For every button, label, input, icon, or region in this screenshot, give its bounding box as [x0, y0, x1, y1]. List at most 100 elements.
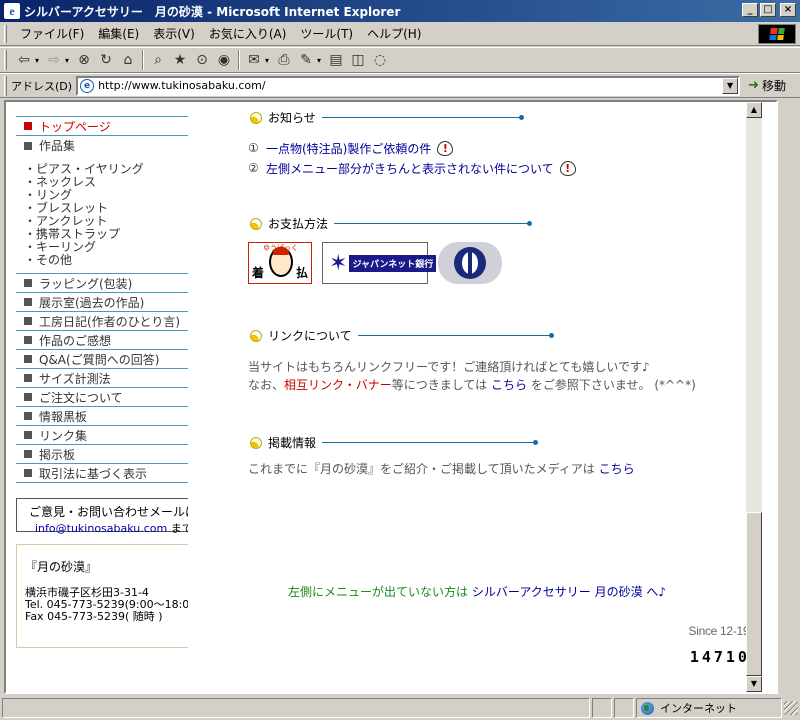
subnav-item-other[interactable]: ・その他: [24, 254, 188, 267]
cod-left-text: 着: [252, 266, 265, 280]
edit-dropdown-icon[interactable]: ▾: [317, 56, 325, 65]
section-payment-header: お支払方法: [247, 215, 533, 232]
go-button[interactable]: ➜ 移動: [748, 77, 786, 94]
since-label: Since 12-1998: [688, 624, 763, 638]
links-line-2: なお、相互リンク・バナー等につきましては こちら をご参照下さいませ。 (*^^…: [248, 376, 696, 394]
links-line-1: 当サイトはもちろんリンクフリーです！ご連絡頂ければとても嬉しいです♪: [248, 360, 650, 374]
mail-dropdown-icon[interactable]: ▾: [265, 56, 273, 65]
back-icon[interactable]: ⇦: [13, 49, 35, 71]
section-title: 掲載情報: [268, 436, 317, 450]
nav-item-order[interactable]: ご注文について: [16, 387, 188, 406]
scroll-up-icon[interactable]: ▲: [746, 102, 762, 118]
main-vertical-scrollbar[interactable]: ▲ ▼: [746, 102, 762, 692]
close-button[interactable]: ×: [780, 3, 796, 17]
home-icon[interactable]: ⌂: [117, 49, 139, 71]
nav-item-faq[interactable]: Q&A(ご質問への回答): [16, 349, 188, 368]
menu-file[interactable]: ファイル(F): [13, 24, 91, 44]
nav-item-works[interactable]: 作品集: [16, 135, 188, 155]
title-bar[interactable]: e シルバーアクセサリー 月の砂漠 - Microsoft Internet E…: [0, 0, 800, 22]
window-title: シルバーアクセサリー 月の砂漠 - Microsoft Internet Exp…: [24, 4, 401, 19]
media-here-link[interactable]: こちら: [599, 462, 635, 476]
bullet-square-icon: [24, 393, 32, 401]
address-dropdown-icon[interactable]: ▼: [722, 77, 739, 94]
nav-item-diary[interactable]: 工房日記(作者のひとり言): [16, 311, 188, 330]
go-arrow-icon: ➜: [748, 78, 759, 93]
moon-icon: [247, 215, 265, 232]
section-title: お知らせ: [268, 111, 316, 125]
nav-item-links[interactable]: リンク集: [16, 425, 188, 444]
forward-icon[interactable]: ⇨: [43, 49, 65, 71]
site-home-link[interactable]: シルバーアクセサリー 月の砂漠 へ♪: [472, 585, 666, 599]
menu-view[interactable]: 表示(V): [146, 24, 202, 44]
nav-label: 掲示板: [39, 447, 76, 462]
edit-icon[interactable]: ✎: [295, 49, 317, 71]
menu-tools[interactable]: ツール(T): [293, 24, 360, 44]
section-title: リンクについて: [268, 329, 352, 343]
refresh-icon[interactable]: ↻: [95, 49, 117, 71]
contact-text: ご意見・お問い合わせメールは: [29, 505, 188, 519]
news-link[interactable]: 左側メニュー部分がきちんと表示されない件について: [266, 160, 554, 177]
media-icon[interactable]: ◉: [213, 49, 235, 71]
toolbar-grip[interactable]: [4, 50, 7, 70]
menu-notice: 左側にメニューが出ていない方は シルバーアクセサリー 月の砂漠 へ♪: [288, 583, 666, 600]
menu-help[interactable]: ヘルプ(H): [360, 24, 428, 44]
bullet-square-icon: [24, 141, 32, 150]
contact-email-link[interactable]: info@tukinosabaku.com: [35, 522, 167, 535]
messenger-icon[interactable]: ◌: [369, 49, 391, 71]
forward-dropdown-icon[interactable]: ▾: [65, 56, 73, 65]
moon-icon: [247, 109, 265, 126]
status-bar: インターネット: [0, 696, 800, 720]
toolbar-grip[interactable]: [4, 75, 7, 96]
history-icon[interactable]: ⊙: [191, 49, 213, 71]
mail-icon[interactable]: ✉: [243, 49, 265, 71]
nav-item-gallery[interactable]: 展示室(過去の作品): [16, 292, 188, 311]
status-panel: [592, 698, 612, 718]
news-item: ① 一点物(特注品)製作ご依頼の件 !: [248, 138, 576, 158]
links-here-link[interactable]: こちら: [491, 378, 527, 392]
back-dropdown-icon[interactable]: ▾: [35, 56, 43, 65]
address-url[interactable]: http://www.tukinosabaku.com/: [98, 79, 265, 92]
nav-item-legal[interactable]: 取引法に基づく表示: [16, 463, 188, 482]
section-title: お支払方法: [268, 217, 329, 231]
page-content: トップページ 作品集 ・ピアス・イヤリング ・ネックレス ・リング ・ブレスレッ…: [4, 100, 778, 694]
research-icon[interactable]: ◫: [347, 49, 369, 71]
nav-item-bbs[interactable]: 掲示板: [16, 444, 188, 463]
toolbar-grip[interactable]: [4, 24, 7, 43]
section-media-header: 掲載情報: [247, 434, 539, 451]
news-item: ② 左側メニュー部分がきちんと表示されない件について !: [248, 158, 576, 178]
nav-label: Q&A(ご質問への回答): [39, 352, 160, 367]
security-zone-panel: インターネット: [636, 698, 782, 718]
section-divider: [322, 440, 539, 445]
bullet-square-icon: [24, 122, 32, 130]
maximize-button[interactable]: □: [760, 3, 776, 17]
favorites-icon[interactable]: ★: [169, 49, 191, 71]
scroll-down-icon[interactable]: ▼: [746, 676, 762, 692]
nav-label: リンク集: [39, 428, 88, 443]
nav-label: 取引法に基づく表示: [39, 466, 148, 481]
nav-item-board[interactable]: 情報黒板: [16, 406, 188, 425]
section-divider: [357, 333, 554, 338]
mutual-link-banner-link[interactable]: 相互リンク・バナー: [284, 378, 392, 392]
nav-item-top[interactable]: トップページ: [16, 116, 188, 135]
resize-grip[interactable]: [784, 701, 798, 715]
nav-label: トップページ: [39, 119, 111, 134]
stop-icon[interactable]: ⊗: [73, 49, 95, 71]
bullet-square-icon: [24, 298, 32, 306]
discuss-icon[interactable]: ▤: [325, 49, 347, 71]
access-counter: 147104: [689, 648, 762, 666]
moon-icon: [247, 434, 265, 451]
menu-favorites[interactable]: お気に入り(A): [202, 24, 294, 44]
menu-edit[interactable]: 編集(E): [91, 24, 146, 44]
print-icon[interactable]: ⎙: [273, 49, 295, 71]
search-icon[interactable]: ⌕: [147, 49, 169, 71]
nav-item-wrapping[interactable]: ラッピング(包装): [16, 273, 188, 292]
nav-label: 情報黒板: [39, 409, 88, 424]
scroll-thumb[interactable]: [746, 512, 762, 676]
diners-circle-icon: [454, 247, 486, 279]
address-input[interactable]: e http://www.tukinosabaku.com/ ▼: [76, 75, 741, 96]
minimize-button[interactable]: _: [742, 3, 758, 17]
payment-logos: ゆうぱっく 着 払 ✶ ジャパンネット銀行: [248, 242, 502, 284]
nav-item-reviews[interactable]: 作品のご感想: [16, 330, 188, 349]
nav-item-size[interactable]: サイズ計測法: [16, 368, 188, 387]
news-link[interactable]: 一点物(特注品)製作ご依頼の件: [266, 140, 431, 157]
